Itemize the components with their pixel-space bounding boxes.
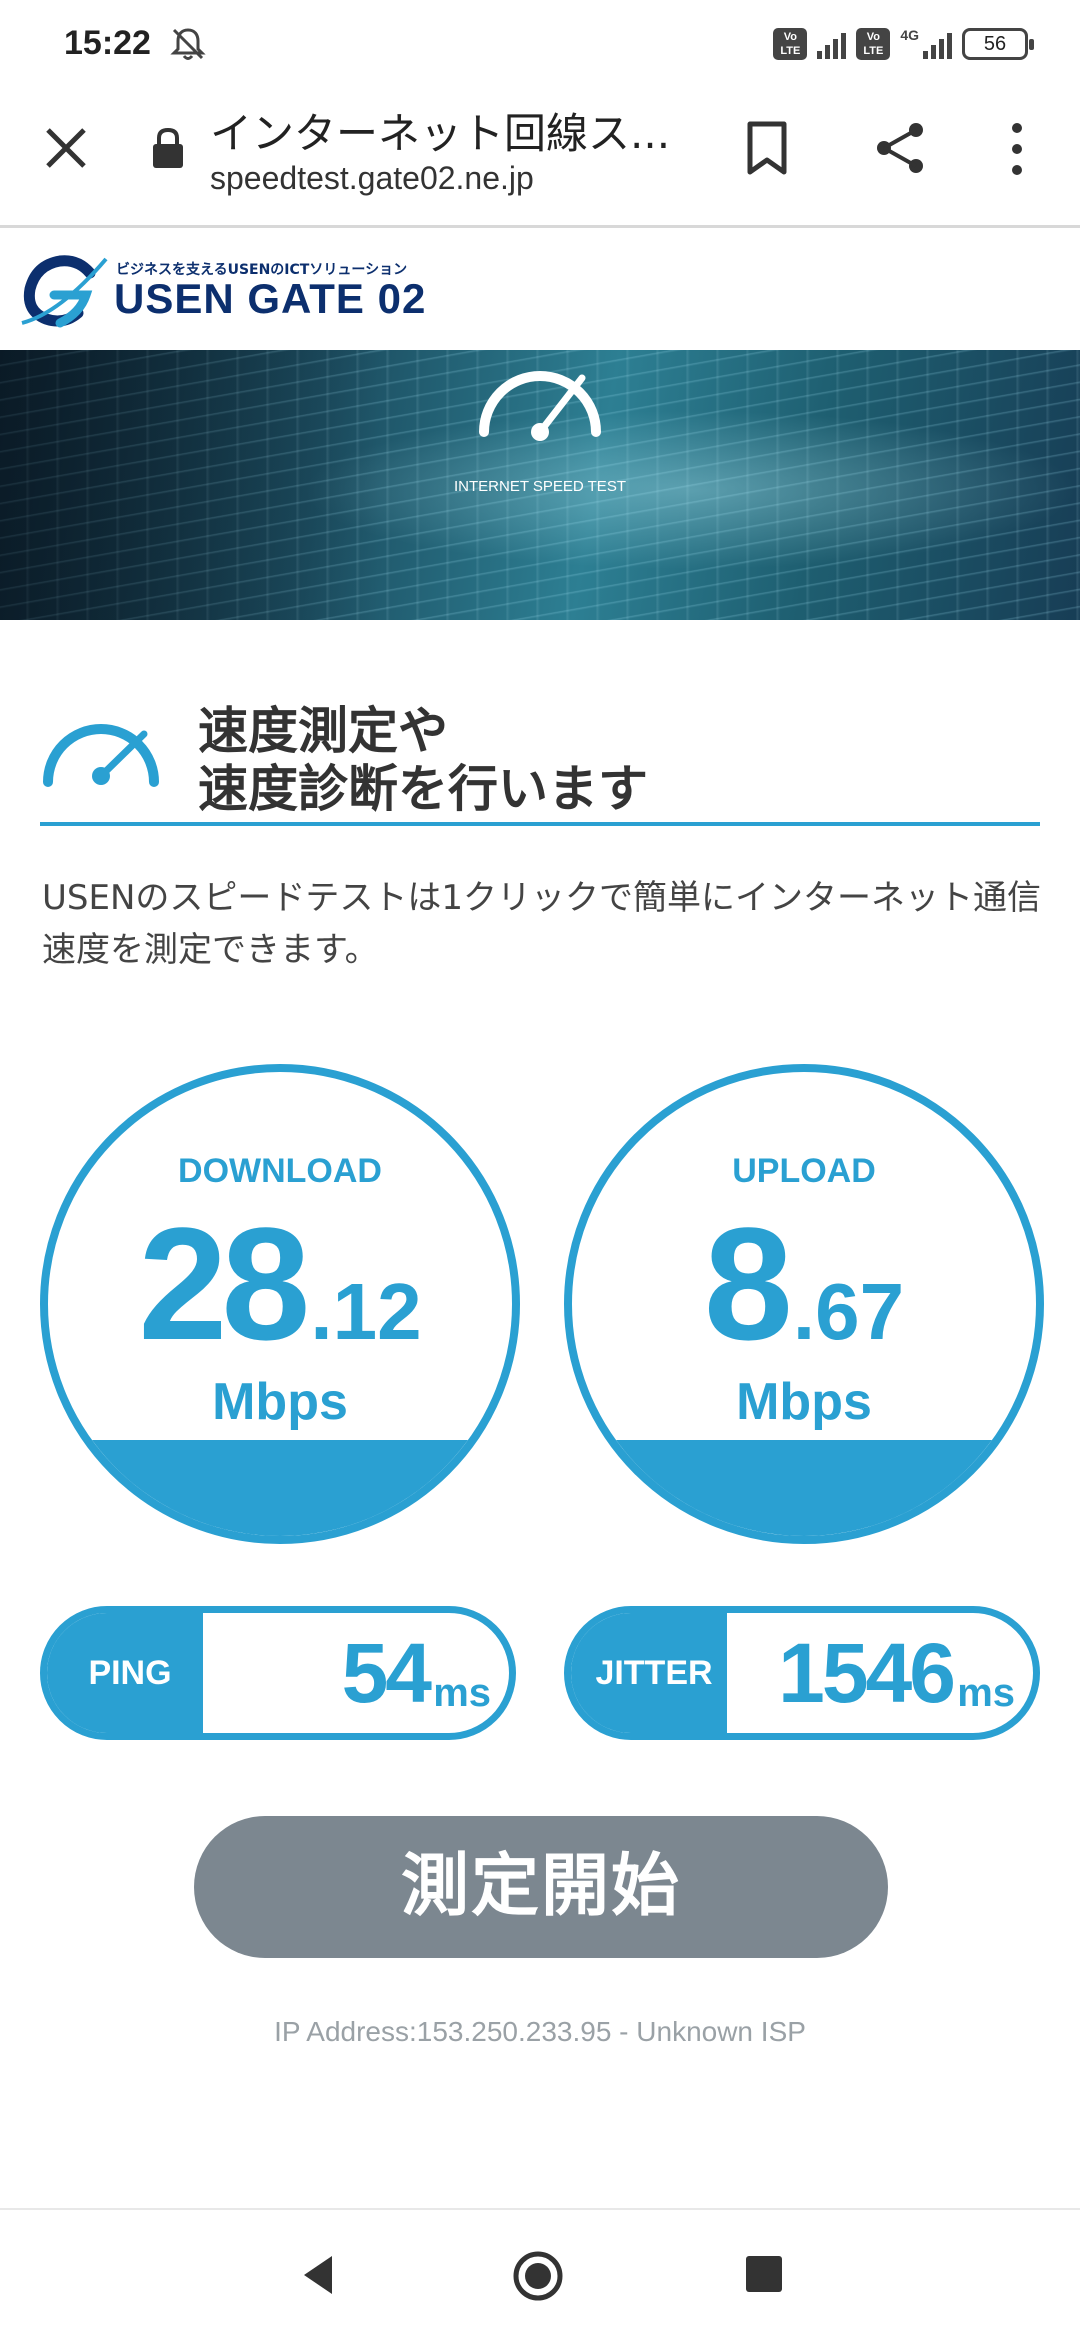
upload-unit: Mbps — [736, 1373, 872, 1431]
ping-value: 54 — [341, 1626, 432, 1720]
speedometer-icon — [43, 724, 159, 787]
section-description: USENのスピードテストは1クリックで簡単にインターネット通信速度を測定できます… — [42, 878, 1042, 970]
status-bar: 15:22 Vo LTE Vo LTE 4G 56 — [0, 0, 1080, 90]
back-icon[interactable] — [298, 2250, 338, 2300]
section-title-line1: 速度測定や — [198, 702, 448, 760]
start-test-button[interactable]: 測定開始 — [194, 1816, 888, 1958]
upload-label: UPLOAD — [732, 1152, 876, 1190]
battery-icon: 56 — [962, 28, 1034, 60]
upload-fill — [572, 1440, 1036, 1536]
hero-banner: INTERNET SPEED TEST — [0, 350, 1080, 620]
jitter-result: JITTER 1546 ms — [564, 1606, 1040, 1740]
ping-label: PING — [47, 1613, 203, 1733]
download-value-int: 28 — [138, 1194, 310, 1373]
download-label: DOWNLOAD — [178, 1152, 382, 1190]
section-title: 速度測定や 速度診断を行います — [198, 702, 648, 818]
usen-logo-icon[interactable] — [20, 253, 110, 331]
lock-icon — [153, 127, 183, 168]
bookmark-icon[interactable] — [740, 118, 794, 178]
system-nav-bar — [0, 2208, 1080, 2340]
share-icon[interactable] — [870, 118, 930, 178]
brand-name[interactable]: USEN GATE 02 — [114, 275, 426, 323]
section-title-line2: 速度診断を行います — [198, 760, 648, 818]
download-fill — [48, 1440, 512, 1536]
volte-badge-2: Vo LTE — [856, 28, 891, 60]
more-icon[interactable] — [1000, 120, 1034, 178]
signal-icon-2 — [923, 29, 952, 59]
ping-unit: ms — [433, 1671, 491, 1715]
upload-value: 8.67 — [572, 1194, 1036, 1402]
jitter-value: 1546 — [778, 1626, 956, 1720]
page-url[interactable]: speedtest.gate02.ne.jp — [210, 160, 534, 197]
browser-toolbar: インターネット回線ス... speedtest.gate02.ne.jp — [0, 90, 1080, 228]
volte-badge: Vo LTE — [773, 28, 808, 60]
download-value-dec: .12 — [310, 1267, 422, 1356]
hero-label: INTERNET SPEED TEST — [454, 478, 626, 495]
download-unit: Mbps — [212, 1373, 348, 1431]
jitter-unit: ms — [957, 1671, 1015, 1715]
page-title: インターネット回線ス... — [210, 109, 671, 158]
status-time: 15:22 — [64, 24, 151, 62]
signal-icon — [817, 29, 847, 59]
download-result: DOWNLOAD 28.12 Mbps — [40, 1064, 520, 1544]
ip-address-info: IP Address:153.250.233.95 - Unknown ISP — [274, 2016, 806, 2047]
upload-value-dec: .67 — [792, 1267, 905, 1356]
site-header: ビジネスを支えるUSENのICTソリューション USEN GATE 02 — [0, 231, 1080, 349]
home-icon[interactable] — [512, 2250, 564, 2302]
upload-result: UPLOAD 8.67 Mbps — [564, 1064, 1044, 1544]
recent-apps-icon[interactable] — [746, 2256, 782, 2292]
upload-value-int: 8 — [703, 1194, 793, 1373]
section-divider — [40, 822, 1040, 826]
status-icons: Vo LTE Vo LTE 4G 56 — [773, 27, 1034, 60]
close-icon[interactable] — [38, 120, 94, 176]
speedometer-icon — [479, 371, 601, 441]
bell-off-icon — [170, 28, 206, 60]
download-value: 28.12 — [48, 1194, 512, 1402]
ping-result: PING 54 ms — [40, 1606, 516, 1740]
jitter-label: JITTER — [571, 1613, 727, 1733]
network-type: 4G — [900, 27, 919, 43]
